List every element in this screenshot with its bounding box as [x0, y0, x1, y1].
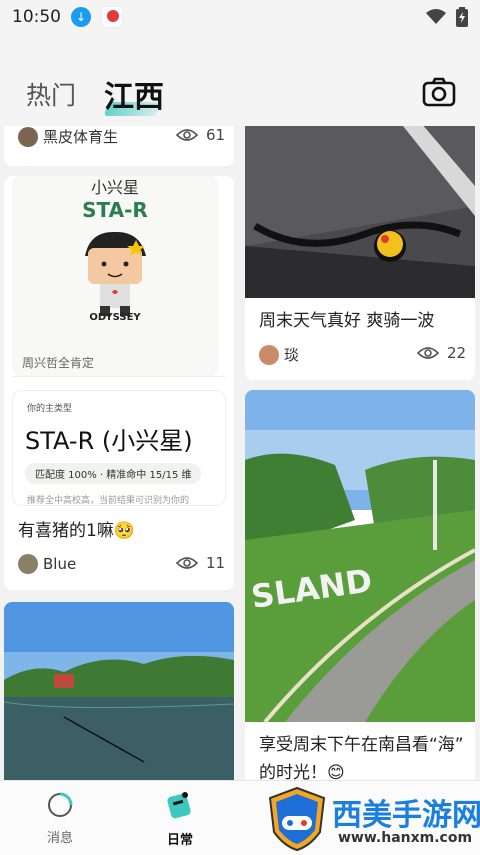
- nav-daily-label: 日常: [166, 833, 193, 848]
- personality-small-title: 小兴星: [90, 178, 139, 197]
- daily-icon: [167, 792, 191, 819]
- personality-code: STA-R: [82, 198, 148, 222]
- post-card[interactable]: 周末天气真好 爽骑一波 琰 22: [245, 126, 475, 380]
- post-title-line1: 享受周末下午在南昌看“海”: [259, 735, 464, 755]
- eye-icon: [176, 557, 198, 569]
- download-icon: ↓: [71, 7, 91, 27]
- type-label: 你的主类型: [27, 404, 73, 414]
- view-count: 11: [206, 554, 226, 572]
- watermark-url: www.hanxm.com: [338, 830, 473, 846]
- type-card: 你的主类型 STA-R (小兴星) 匹配度 100% · 精准命中 15/15 …: [12, 390, 226, 506]
- eye-icon: [176, 129, 198, 141]
- type-description: 推荐全中高校高，当前结果可识别为你的: [27, 496, 190, 505]
- avatar: [259, 344, 279, 365]
- feed: 黑皮体育生 61 小兴星 STA-R ODYSSEY 周兴哲全肯定 你的主类型 …: [0, 126, 480, 780]
- divider: [12, 376, 226, 377]
- park-photo: SLAND: [245, 390, 475, 724]
- wifi-icon: [426, 9, 446, 24]
- status-bar: 10:50 ↓: [0, 0, 480, 34]
- post-card[interactable]: [4, 602, 234, 780]
- match-badge: 匹配度 100% · 精准命中 15/15 维: [25, 463, 202, 484]
- cartoon-character: [85, 231, 146, 316]
- message-icon: [48, 792, 73, 817]
- bike-photo: [245, 126, 475, 298]
- post-card[interactable]: 黑皮体育生 61: [4, 126, 234, 166]
- author-name: Blue: [43, 555, 77, 573]
- post-title: 有喜猪的1嘛🥺: [18, 521, 135, 541]
- view-count: 61: [206, 126, 226, 144]
- type-title: STA-R (小兴星): [25, 427, 193, 455]
- post-card[interactable]: SLAND 享受周末下午在南昌看“海” 的时光！😊: [245, 390, 475, 780]
- eye-icon: [417, 347, 439, 359]
- status-time: 10:50: [12, 7, 61, 27]
- lake-photo: [4, 602, 234, 780]
- tab-hot[interactable]: 热门: [26, 76, 76, 112]
- post-title-line2: 的时光！😊: [259, 763, 345, 780]
- avatar: [18, 554, 38, 574]
- nav-messages[interactable]: 消息: [30, 791, 90, 846]
- tab-jiangxi[interactable]: 江西: [104, 72, 164, 116]
- app-notification-icon: [101, 6, 123, 28]
- post-card[interactable]: 小兴星 STA-R ODYSSEY 周兴哲全肯定 你的主类型 STA-R (小兴: [4, 176, 234, 590]
- watermark-shield-logo: [268, 786, 326, 852]
- camera-icon[interactable]: [422, 76, 456, 108]
- battery-icon: [456, 7, 468, 27]
- nav-daily[interactable]: 日常: [150, 791, 210, 848]
- author-name: 黑皮体育生: [43, 128, 119, 146]
- author-name: 琰: [284, 346, 300, 364]
- top-header: 热门 江西: [0, 34, 480, 126]
- personality-image: 小兴星 STA-R ODYSSEY: [12, 176, 218, 376]
- site-watermark: 西美手游网 www.hanxm.com: [266, 786, 480, 855]
- watermark-title: 西美手游网: [332, 798, 480, 833]
- post-title: 周末天气真好 爽骑一波: [259, 311, 435, 331]
- caption-text: 周兴哲全肯定: [22, 356, 95, 370]
- brand-label: ODYSSEY: [89, 312, 141, 323]
- avatar: [18, 126, 38, 147]
- view-count: 22: [447, 344, 467, 362]
- nav-messages-label: 消息: [46, 831, 73, 846]
